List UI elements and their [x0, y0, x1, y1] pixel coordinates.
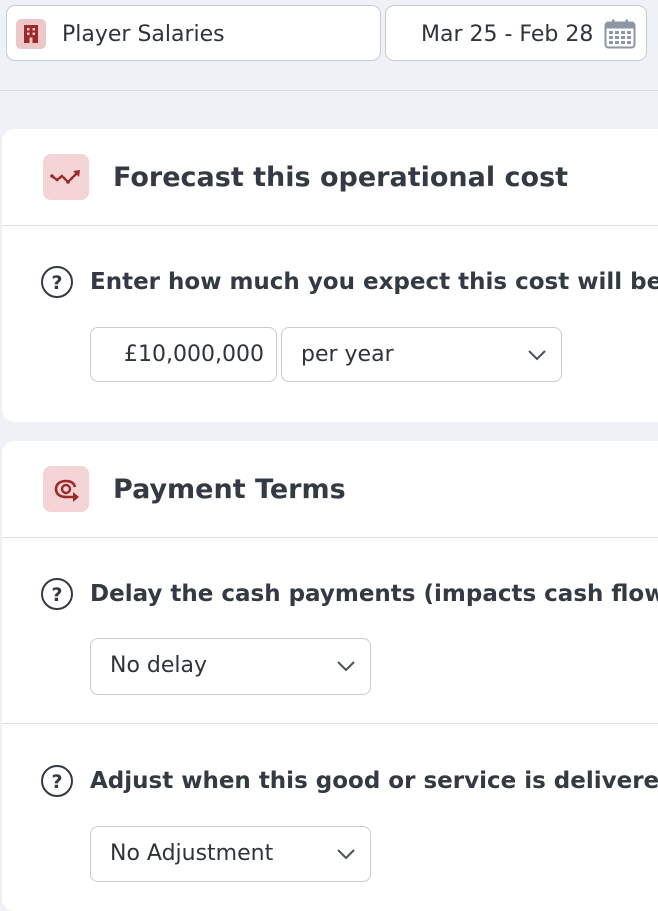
calendar-icon[interactable] [604, 19, 636, 49]
forecast-card: Forecast this operational cost ? Enter h… [2, 129, 658, 422]
date-range-picker[interactable]: Mar 25 - Feb 28 [385, 5, 647, 61]
trend-up-icon [43, 154, 89, 200]
cost-selector[interactable]: Player Salaries [6, 5, 381, 61]
help-icon[interactable]: ? [40, 577, 74, 611]
svg-text:?: ? [51, 272, 62, 294]
payment-terms-card: Payment Terms ? Delay the cash payments … [2, 441, 658, 911]
adjust-value: No Adjustment [110, 841, 274, 866]
date-range-label: Mar 25 - Feb 28 [421, 22, 594, 47]
payment-delay-icon [43, 466, 89, 512]
svg-text:?: ? [51, 771, 62, 793]
payment-terms-header: Payment Terms [2, 441, 658, 538]
chevron-down-icon [337, 661, 355, 672]
section-divider [2, 723, 658, 724]
amount-input[interactable]: £10,000,000 [90, 327, 277, 382]
delay-question: Delay the cash payments (impacts cash fl… [90, 581, 658, 607]
top-bar: Player Salaries Mar 25 - Feb 28 [0, 0, 658, 91]
forecast-title: Forecast this operational cost [113, 162, 569, 193]
cost-name: Player Salaries [62, 22, 225, 47]
forecast-question: Enter how much you expect this cost will… [90, 269, 658, 295]
svg-text:?: ? [51, 584, 62, 606]
payment-terms-title: Payment Terms [113, 474, 346, 505]
period-select[interactable]: per year [281, 327, 562, 382]
adjust-select[interactable]: No Adjustment [90, 826, 371, 882]
amount-value: £10,000,000 [124, 342, 264, 367]
help-icon[interactable]: ? [40, 265, 74, 299]
adjust-question: Adjust when this good or service is deli… [90, 768, 658, 794]
building-icon [16, 19, 46, 49]
period-value: per year [301, 342, 394, 367]
delay-select[interactable]: No delay [90, 638, 371, 695]
help-icon[interactable]: ? [40, 764, 74, 798]
chevron-down-icon [528, 350, 546, 361]
delay-value: No delay [110, 653, 208, 678]
forecast-card-header: Forecast this operational cost [2, 129, 658, 226]
chevron-down-icon [337, 849, 355, 860]
